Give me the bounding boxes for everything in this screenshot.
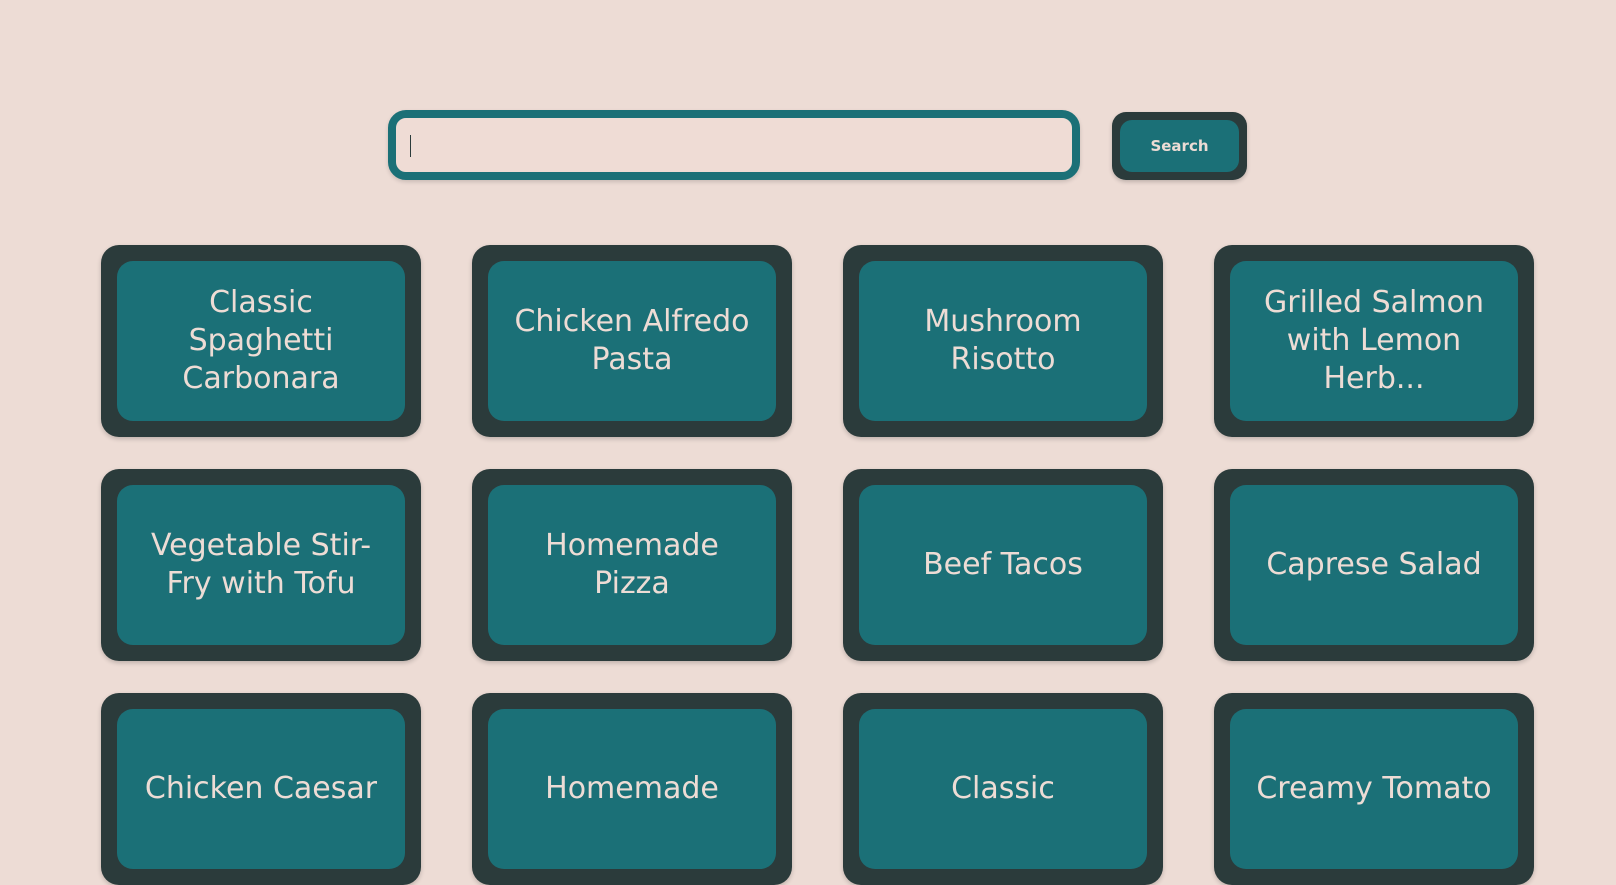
recipe-card[interactable]: Vegetable Stir-Fry with Tofu [101, 469, 421, 661]
recipe-card-body: Grilled Salmon with Lemon Herb... [1230, 261, 1518, 421]
search-button-frame: Search [1112, 112, 1247, 180]
text-cursor [410, 135, 411, 157]
recipe-title: Classic [951, 771, 1055, 806]
recipe-card[interactable]: Classic Spaghetti Carbonara [101, 245, 421, 437]
recipe-card[interactable]: Grilled Salmon with Lemon Herb... [1214, 245, 1534, 437]
search-input-frame[interactable] [388, 110, 1080, 180]
search-input[interactable] [396, 118, 1072, 172]
recipe-card-body: Vegetable Stir-Fry with Tofu [117, 485, 405, 645]
recipe-card[interactable]: Mushroom Risotto [843, 245, 1163, 437]
recipe-card-body: Beef Tacos [859, 485, 1147, 645]
recipe-card[interactable]: Homemade [472, 693, 792, 885]
recipe-title: Chicken Alfredo Pasta [514, 304, 750, 377]
recipe-card-body: Creamy Tomato [1230, 709, 1518, 869]
search-bar [388, 110, 1080, 180]
recipe-title: Homemade Pizza [545, 528, 719, 601]
recipe-title: Homemade [545, 771, 719, 806]
recipe-title: Creamy Tomato [1256, 771, 1492, 806]
recipe-title: Vegetable Stir-Fry with Tofu [150, 528, 372, 601]
recipe-title: Caprese Salad [1266, 547, 1482, 582]
recipe-card[interactable]: Classic [843, 693, 1163, 885]
recipe-title: Chicken Caesar [144, 771, 378, 806]
recipe-title: Classic Spaghetti Carbonara [182, 285, 340, 396]
recipe-card[interactable]: Chicken Alfredo Pasta [472, 245, 792, 437]
recipe-title: Grilled Salmon with Lemon Herb... [1264, 285, 1484, 396]
search-button[interactable]: Search [1120, 120, 1239, 172]
recipe-card[interactable]: Chicken Caesar [101, 693, 421, 885]
recipe-title: Mushroom Risotto [924, 304, 1082, 377]
recipe-title: Beef Tacos [923, 547, 1083, 582]
recipe-card[interactable]: Creamy Tomato [1214, 693, 1534, 885]
recipe-card-body: Classic [859, 709, 1147, 869]
recipe-card[interactable]: Homemade Pizza [472, 469, 792, 661]
recipe-grid: Classic Spaghetti Carbonara Chicken Alfr… [101, 245, 1534, 885]
recipe-card-body: Classic Spaghetti Carbonara [117, 261, 405, 421]
recipe-card[interactable]: Caprese Salad [1214, 469, 1534, 661]
recipe-card-body: Chicken Caesar [117, 709, 405, 869]
recipe-card-body: Homemade [488, 709, 776, 869]
recipe-card-body: Caprese Salad [1230, 485, 1518, 645]
recipe-card[interactable]: Beef Tacos [843, 469, 1163, 661]
recipe-card-body: Chicken Alfredo Pasta [488, 261, 776, 421]
recipe-card-body: Mushroom Risotto [859, 261, 1147, 421]
recipe-card-body: Homemade Pizza [488, 485, 776, 645]
